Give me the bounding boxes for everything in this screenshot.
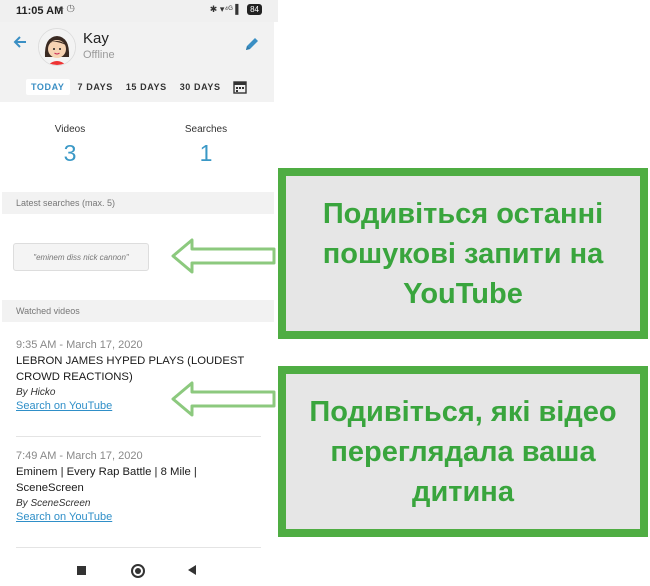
tab-30-days[interactable]: 30 DAYS xyxy=(175,79,226,95)
back-arrow-icon[interactable] xyxy=(12,34,30,52)
search-on-youtube-link[interactable]: Search on YouTube xyxy=(16,511,261,523)
left-arrow-icon xyxy=(171,238,276,274)
video-time: 7:49 AM - March 17, 2020 xyxy=(16,450,143,462)
calendar-icon[interactable] xyxy=(232,80,247,94)
left-arrow-icon xyxy=(171,381,276,417)
list-item: 7:49 AM - March 17, 2020 Eminem | Every … xyxy=(16,450,261,523)
watched-videos-title: Watched videos xyxy=(16,306,80,316)
searches-label: Searches xyxy=(184,124,228,135)
battery-icon: 84 xyxy=(247,4,262,15)
latest-searches-header: Latest searches (max. 5) xyxy=(2,192,274,214)
video-title: Eminem | Every Rap Battle | 8 Mile | Sce… xyxy=(16,466,197,494)
avatar xyxy=(38,28,76,66)
video-time: 9:35 AM - March 17, 2020 xyxy=(16,339,143,351)
pencil-edit-icon[interactable] xyxy=(244,36,260,52)
activity-stats: Videos 3 Searches 1 xyxy=(0,120,274,176)
tab-today[interactable]: TODAY xyxy=(26,79,70,95)
status-bar: 11:05 AM ⌖ ◷ ✱ ▾⁴ᴳ ▌ 84 xyxy=(0,0,278,22)
home-icon[interactable] xyxy=(131,564,145,578)
status-notification-icons: ⌖ ◷ xyxy=(58,4,75,15)
callout-latest-searches: Подивіться останні пошукові запити на Yo… xyxy=(278,168,648,339)
tab-15-days[interactable]: 15 DAYS xyxy=(121,79,172,95)
searches-count: 1 xyxy=(199,140,213,166)
status-time: 11:05 AM xyxy=(16,5,64,17)
phone-screen: 11:05 AM ⌖ ◷ ✱ ▾⁴ᴳ ▌ 84 Kay Offline TODA… xyxy=(0,0,278,586)
latest-searches-title: Latest searches (max. 5) xyxy=(16,198,116,208)
divider xyxy=(16,547,261,548)
watched-videos-header: Watched videos xyxy=(2,300,274,322)
tab-7-days[interactable]: 7 DAYS xyxy=(73,79,118,95)
video-channel: By SceneScreen xyxy=(16,498,91,509)
profile-header: Kay Offline TODAY 7 DAYS 15 DAYS 30 DAYS xyxy=(0,22,274,102)
search-query-chip: "eminem diss nick cannon" xyxy=(13,243,149,271)
videos-label: Videos xyxy=(54,124,86,135)
callout-text: Подивіться, які відео переглядала ваша д… xyxy=(309,395,617,508)
date-range-tabs: TODAY 7 DAYS 15 DAYS 30 DAYS xyxy=(26,78,247,96)
android-nav-bar xyxy=(0,554,278,586)
callout-text: Подивіться останні пошукові запити на Yo… xyxy=(322,197,604,310)
status-system-icons: ✱ ▾⁴ᴳ ▌ 84 xyxy=(210,4,262,15)
nav-back-icon[interactable] xyxy=(188,565,196,575)
signal-icons: ✱ ▾⁴ᴳ ▌ xyxy=(209,4,242,14)
videos-count: 3 xyxy=(63,140,77,166)
recents-icon[interactable] xyxy=(77,566,86,575)
divider xyxy=(16,436,261,437)
callout-watched-videos: Подивіться, які відео переглядала ваша д… xyxy=(278,366,648,537)
online-status: Offline xyxy=(83,49,115,61)
child-name: Kay xyxy=(83,30,109,47)
